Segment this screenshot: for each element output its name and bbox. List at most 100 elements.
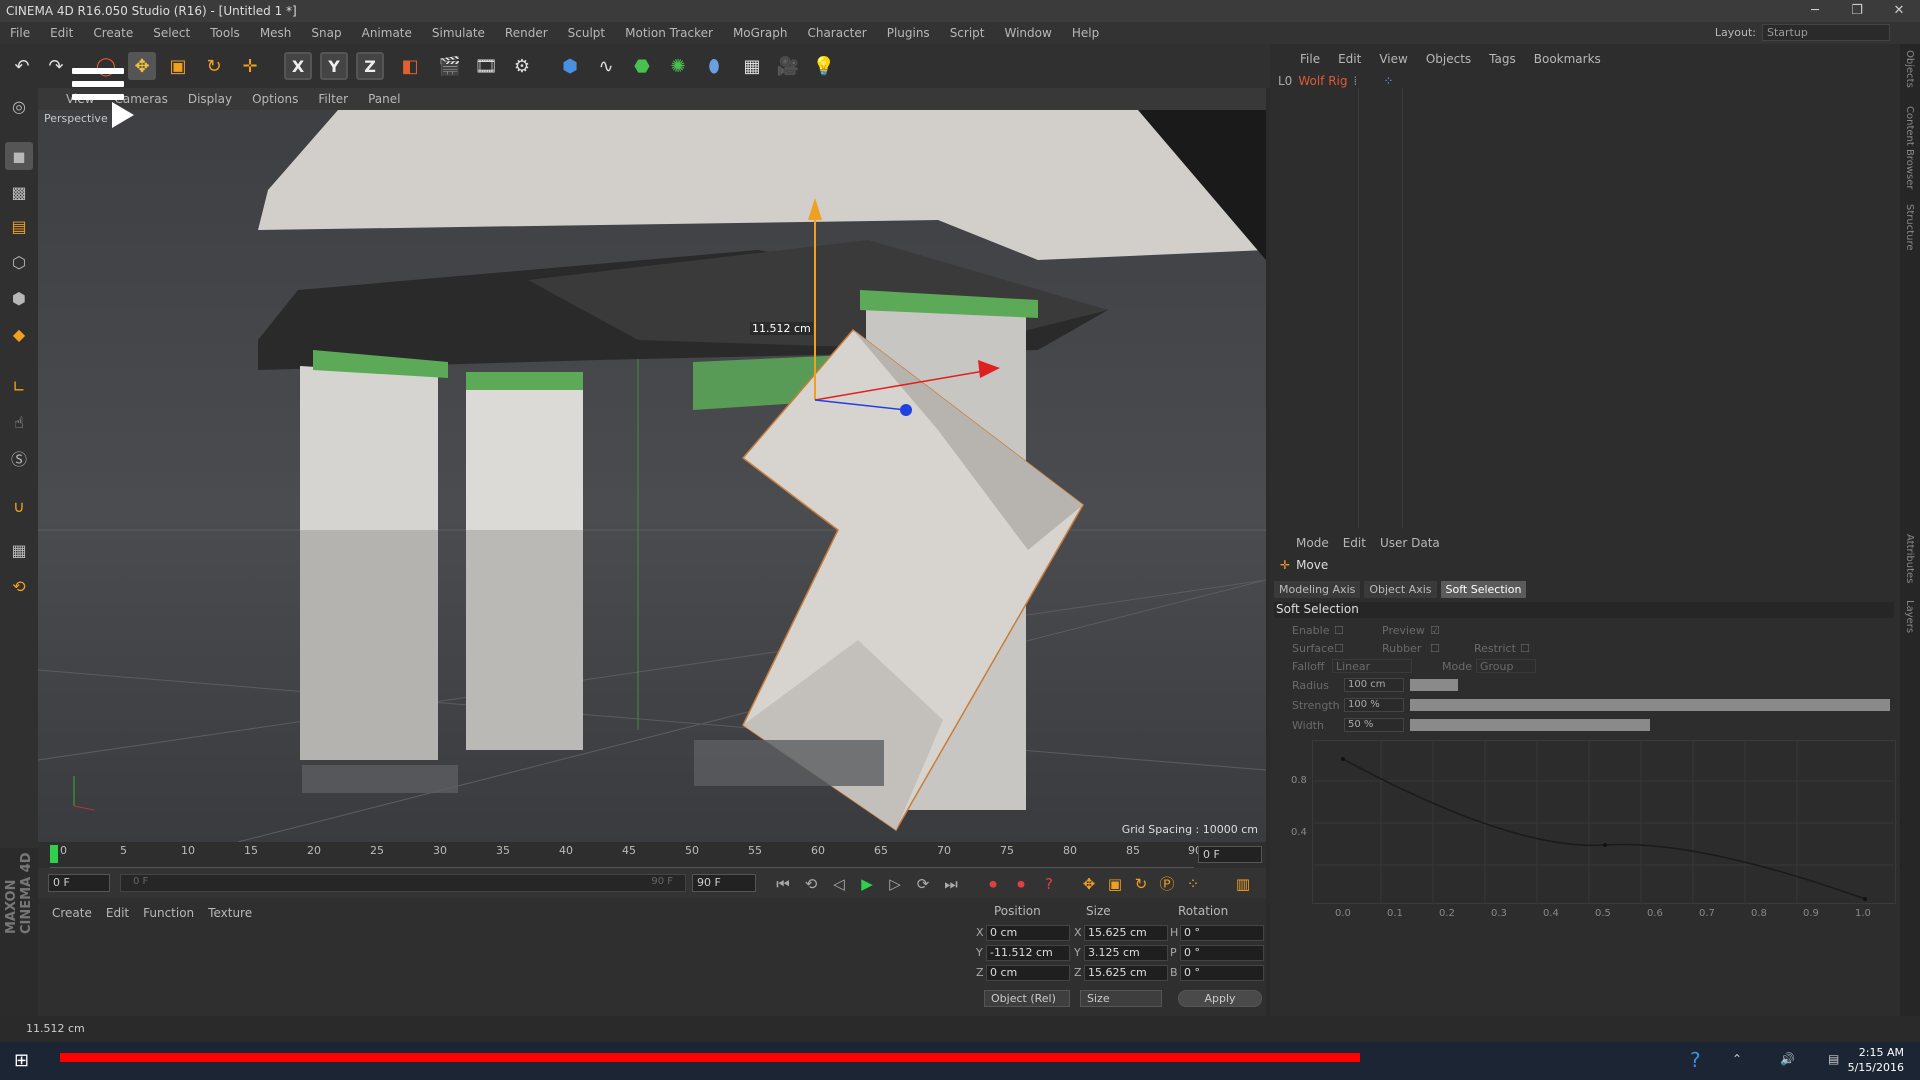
objects-menu-edit[interactable]: Edit: [1338, 52, 1361, 66]
width-field[interactable]: 50 %: [1344, 718, 1404, 732]
object-tag-icon[interactable]: ⁘: [1383, 74, 1393, 88]
go-to-start-icon[interactable]: ⏮: [772, 873, 794, 895]
end-frame-field[interactable]: 90 F: [692, 874, 756, 892]
viewport-menu-options[interactable]: Options: [252, 92, 298, 106]
timeline[interactable]: 0 5 10 15 20 25 30 35 40 45 50 55 60 65 …: [38, 842, 1266, 868]
object-name[interactable]: Wolf Rig: [1298, 74, 1347, 88]
preview-checkbox[interactable]: ☑: [1430, 624, 1440, 637]
vtab-objects[interactable]: Objects: [1904, 50, 1915, 88]
surface-checkbox[interactable]: ☐: [1334, 642, 1344, 655]
viewport-3d[interactable]: Perspective 11.512 cm Grid Spacing : 100…: [38, 110, 1266, 842]
add-tool-icon[interactable]: ✛: [236, 52, 264, 80]
lock-y-button[interactable]: Y: [320, 52, 348, 80]
material-menu-function[interactable]: Function: [143, 906, 194, 920]
viewport-menu-panel[interactable]: Panel: [368, 92, 400, 106]
viewport-camera-label[interactable]: Perspective: [44, 112, 108, 125]
menu-script[interactable]: Script: [950, 26, 985, 40]
pos-x-field[interactable]: 0 cm: [986, 925, 1070, 941]
strength-field[interactable]: 100 %: [1344, 698, 1404, 712]
menu-character[interactable]: Character: [807, 26, 866, 40]
key-rotation-icon[interactable]: ↻: [1130, 873, 1152, 895]
camera-icon[interactable]: 🎥: [774, 52, 802, 80]
current-frame-field[interactable]: 0 F: [1198, 846, 1262, 863]
tab-soft-selection[interactable]: Soft Selection: [1440, 581, 1527, 598]
menu-sculpt[interactable]: Sculpt: [568, 26, 605, 40]
size-z-field[interactable]: 15.625 cm: [1084, 965, 1168, 981]
size-y-field[interactable]: 3.125 cm: [1084, 945, 1168, 961]
menu-plugins[interactable]: Plugins: [887, 26, 930, 40]
volume-icon[interactable]: 🔊: [1780, 1052, 1795, 1066]
model-mode-icon[interactable]: ◼: [5, 142, 33, 170]
material-menu-edit[interactable]: Edit: [106, 906, 129, 920]
attributes-menu-edit[interactable]: Edit: [1343, 536, 1366, 550]
key-scale-icon[interactable]: ▣: [1104, 873, 1126, 895]
menu-snap[interactable]: Snap: [311, 26, 341, 40]
attributes-menu-mode[interactable]: Mode: [1296, 536, 1329, 550]
locked-workplane-icon[interactable]: ⟲: [5, 572, 33, 600]
vtab-content-browser[interactable]: Content Browser: [1904, 106, 1915, 189]
apply-button[interactable]: Apply: [1178, 990, 1262, 1007]
light-icon[interactable]: 💡: [810, 52, 838, 80]
next-frame-icon[interactable]: ▷: [884, 873, 906, 895]
edges-mode-icon[interactable]: ⬢: [5, 284, 33, 312]
objects-menu-bookmarks[interactable]: Bookmarks: [1534, 52, 1601, 66]
objects-menu-view[interactable]: View: [1379, 52, 1407, 66]
menu-mesh[interactable]: Mesh: [260, 26, 292, 40]
render-view-icon[interactable]: 🎬: [436, 52, 464, 80]
key-position-icon[interactable]: ✥: [1078, 873, 1100, 895]
object-row-wolf-rig[interactable]: L0 Wolf Rig ⁞ ⁘: [1278, 74, 1393, 88]
size-x-field[interactable]: 15.625 cm: [1084, 925, 1168, 941]
move-tool-icon[interactable]: ✥: [128, 52, 156, 80]
menu-file[interactable]: File: [10, 26, 30, 40]
previous-key-icon[interactable]: ⟲: [800, 873, 822, 895]
objects-menu-tags[interactable]: Tags: [1489, 52, 1516, 66]
polygons-mode-icon[interactable]: ◆: [5, 320, 33, 348]
width-slider[interactable]: [1410, 719, 1890, 731]
close-button[interactable]: ✕: [1878, 0, 1920, 22]
menu-edit[interactable]: Edit: [50, 26, 73, 40]
timeline-playhead[interactable]: [50, 845, 58, 863]
undo-icon[interactable]: ↶: [8, 52, 36, 80]
timeline-ruler[interactable]: 0 5 10 15 20 25 30 35 40 45 50 55 60 65 …: [50, 842, 1202, 868]
menu-mograph[interactable]: MoGraph: [733, 26, 788, 40]
autokey-icon[interactable]: ⏺: [1010, 873, 1032, 895]
make-editable-icon[interactable]: ◎: [5, 92, 33, 120]
size-mode-dropdown[interactable]: Size: [1080, 990, 1162, 1007]
menu-help[interactable]: Help: [1072, 26, 1099, 40]
video-play-icon[interactable]: [112, 102, 134, 128]
magnet-icon[interactable]: ∪: [5, 492, 33, 520]
menu-select[interactable]: Select: [153, 26, 190, 40]
rot-p-field[interactable]: 0 °: [1180, 945, 1264, 961]
go-to-end-icon[interactable]: ⏭: [940, 873, 962, 895]
texture-mode-icon[interactable]: ▩: [5, 178, 33, 206]
layout-dropdown[interactable]: Startup: [1762, 24, 1890, 41]
strength-slider[interactable]: [1410, 699, 1890, 711]
points-mode-icon[interactable]: ⬡: [5, 248, 33, 276]
axis-mode-icon[interactable]: ∟: [5, 372, 33, 400]
menu-motion-tracker[interactable]: Motion Tracker: [625, 26, 713, 40]
subdivision-icon[interactable]: ⬣: [628, 52, 656, 80]
next-key-icon[interactable]: ⟳: [912, 873, 934, 895]
lock-x-button[interactable]: X: [284, 52, 312, 80]
radius-slider[interactable]: [1410, 679, 1890, 691]
menu-create[interactable]: Create: [93, 26, 133, 40]
lock-z-button[interactable]: Z: [356, 52, 384, 80]
restrict-checkbox[interactable]: ☐: [1520, 642, 1530, 655]
maximize-button[interactable]: ❐: [1836, 0, 1878, 22]
floor-icon[interactable]: ▦: [738, 52, 766, 80]
viewport-menu-display[interactable]: Display: [188, 92, 232, 106]
deformer-icon[interactable]: ⬮: [700, 52, 728, 80]
attributes-menu-user-data[interactable]: User Data: [1380, 536, 1440, 550]
rot-h-field[interactable]: 0 °: [1180, 925, 1264, 941]
notifications-icon[interactable]: ▤: [1828, 1052, 1839, 1066]
scale-tool-icon[interactable]: ▣: [164, 52, 192, 80]
rotate-tool-icon[interactable]: ↻: [200, 52, 228, 80]
keyframe-selection-icon[interactable]: ?: [1038, 873, 1060, 895]
start-frame-field[interactable]: 0 F: [48, 874, 110, 892]
viewport-menu-filter[interactable]: Filter: [318, 92, 348, 106]
objects-menu-file[interactable]: File: [1300, 52, 1320, 66]
key-parameter-icon[interactable]: Ⓟ: [1156, 873, 1178, 895]
cube-object-icon[interactable]: ⬢: [556, 52, 584, 80]
vtab-attributes[interactable]: Attributes: [1904, 534, 1915, 583]
pos-z-field[interactable]: 0 cm: [986, 965, 1070, 981]
